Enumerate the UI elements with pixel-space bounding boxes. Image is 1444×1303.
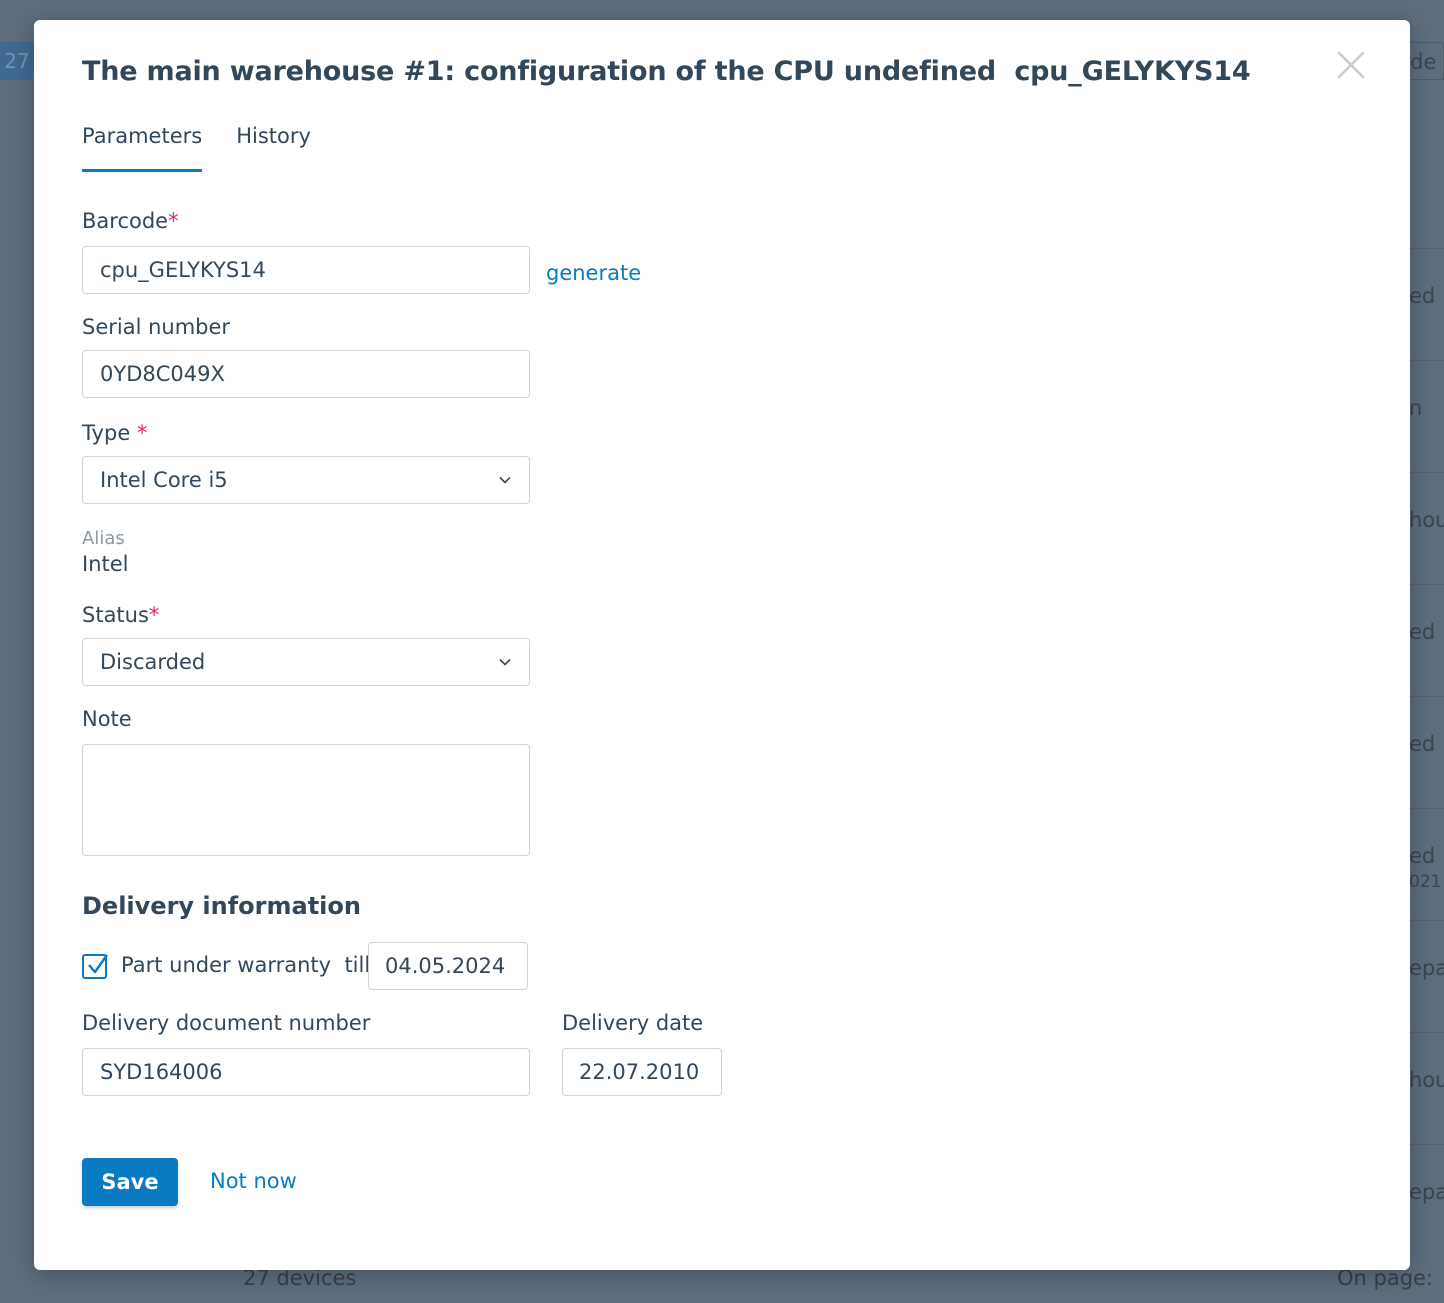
background-divider (1410, 472, 1444, 473)
delivery-date-input[interactable] (562, 1048, 722, 1096)
background-cell: 021 (1409, 872, 1442, 892)
delivery-document-number-label: Delivery document number (82, 1011, 371, 1035)
not-now-button[interactable]: Not now (210, 1169, 297, 1193)
background-cell: epa (1409, 956, 1444, 980)
delivery-document-number-input[interactable] (82, 1048, 530, 1096)
background-count-badge: 27 (0, 42, 34, 80)
type-label: Type * (82, 421, 148, 445)
serial-number-label: Serial number (82, 315, 231, 339)
background-divider (1410, 808, 1444, 809)
warranty-checkbox[interactable] (82, 954, 108, 979)
alias-label: Alias (82, 528, 125, 549)
status-label: Status* (82, 603, 160, 627)
type-select[interactable]: Intel Core i5 (82, 456, 530, 504)
background-divider (1410, 920, 1444, 921)
background-cell: epa (1409, 1180, 1444, 1204)
note-textarea[interactable] (82, 744, 530, 856)
barcode-label: Barcode* (82, 209, 179, 233)
delivery-section-title: Delivery information (82, 892, 361, 920)
background-divider (1410, 696, 1444, 697)
background-divider (1410, 1144, 1444, 1145)
background-divider (1410, 1032, 1444, 1033)
background-cell: ed (1409, 284, 1436, 308)
tab-history[interactable]: History (236, 124, 311, 172)
chevron-down-icon (498, 468, 512, 492)
save-button[interactable]: Save (82, 1158, 178, 1206)
background-divider (1410, 360, 1444, 361)
background-cell: ed (1409, 620, 1436, 644)
modal-title: The main warehouse #1: configuration of … (82, 56, 1251, 87)
chevron-down-icon (498, 650, 512, 674)
delivery-date-label: Delivery date (562, 1011, 704, 1035)
required-mark: * (136, 421, 148, 445)
close-icon[interactable] (1336, 50, 1366, 80)
note-label: Note (82, 707, 132, 731)
status-select-value: Discarded (100, 650, 206, 674)
checkmark-icon (88, 954, 108, 974)
edit-part-modal: The main warehouse #1: configuration of … (34, 20, 1410, 1270)
tab-parameters[interactable]: Parameters (82, 124, 203, 172)
required-mark: * (148, 603, 160, 627)
barcode-input[interactable] (82, 246, 530, 294)
background-cell: ed (1409, 732, 1436, 756)
background-cell: hou (1409, 508, 1444, 532)
alias-value: Intel (82, 552, 129, 576)
background-divider (1410, 248, 1444, 249)
tab-bar: Parameters History (82, 124, 311, 172)
warranty-date-input[interactable] (368, 942, 528, 990)
serial-number-input[interactable] (82, 350, 530, 398)
status-select[interactable]: Discarded (82, 638, 530, 686)
background-cell: n (1409, 396, 1423, 420)
warranty-label: Part under warranty till (121, 953, 371, 977)
type-select-value: Intel Core i5 (100, 468, 228, 492)
background-cell: ed (1409, 844, 1436, 868)
required-mark: * (168, 209, 179, 233)
background-divider (1410, 584, 1444, 585)
generate-barcode-link[interactable]: generate (546, 261, 641, 285)
background-cell: hou (1409, 1068, 1444, 1092)
